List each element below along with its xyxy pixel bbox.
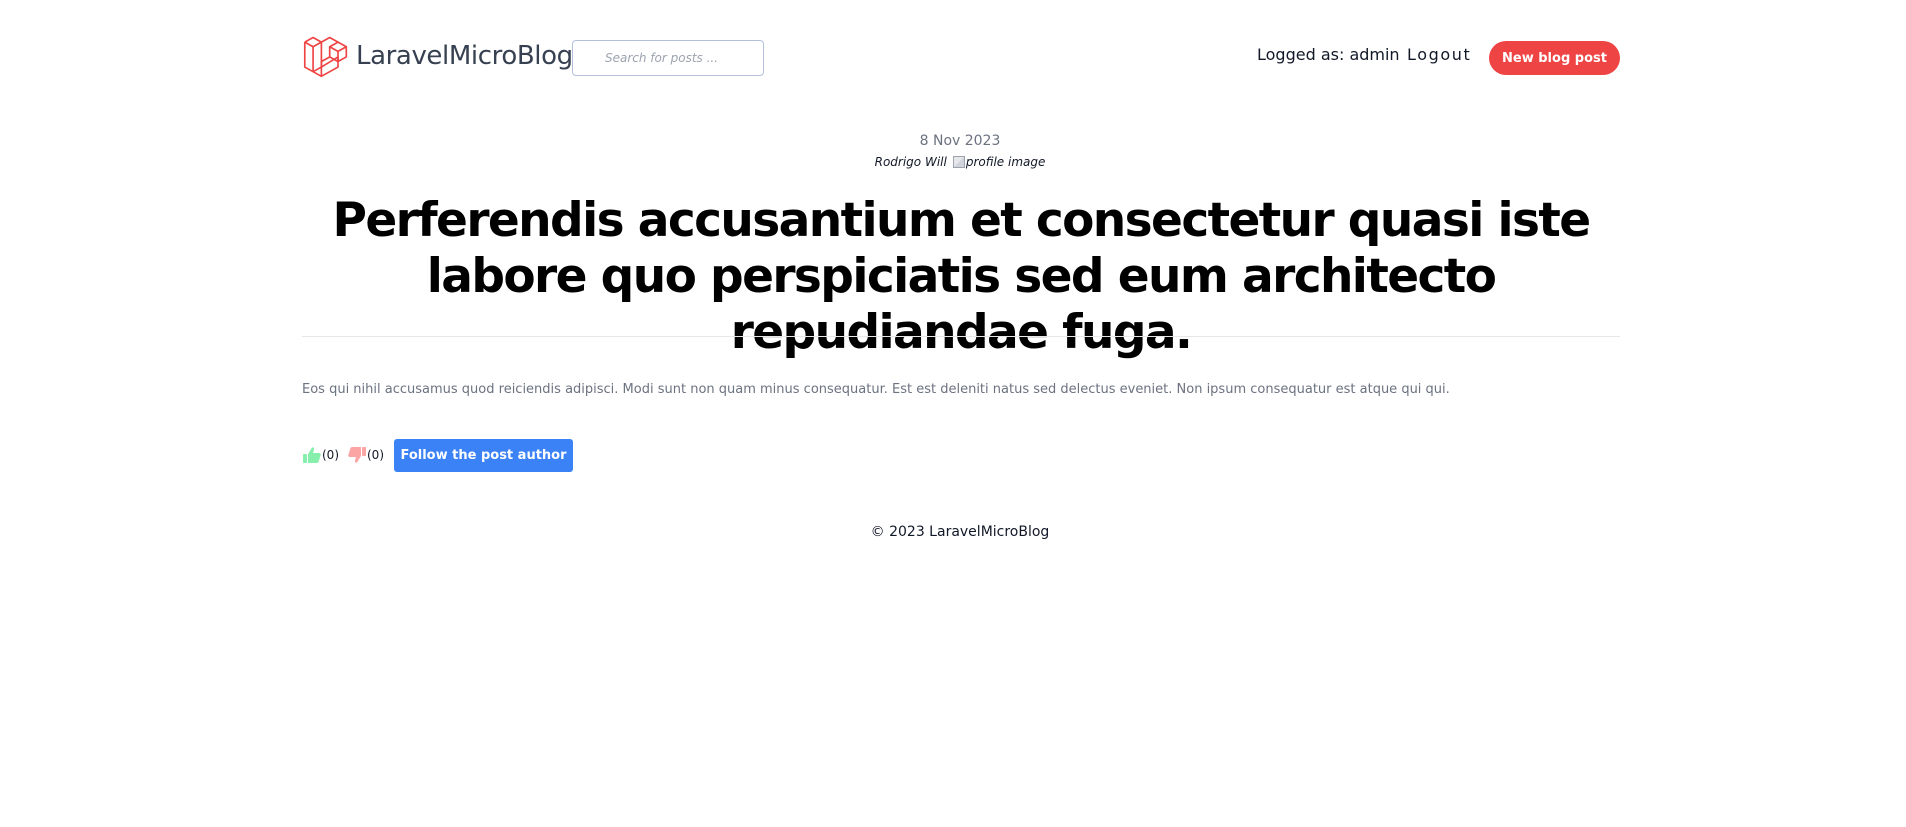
thumbs-up-icon — [303, 447, 321, 463]
avatar-alt-text: profile image — [965, 155, 1046, 169]
post-author-name: Rodrigo Will — [874, 155, 947, 169]
logged-user-label: Logged as: admin — [1257, 45, 1400, 64]
search-input[interactable] — [572, 40, 764, 76]
laravel-logo-icon — [303, 36, 348, 78]
post-author-row: Rodrigo Will profile image — [0, 155, 1906, 169]
site-header: LaravelMicroBlog Logged as: admin Logout… — [302, 32, 1620, 82]
broken-image-icon — [952, 156, 965, 168]
like-count: (0) — [322, 448, 339, 462]
post-body: Eos qui nihil accusamus quod reiciendis … — [302, 382, 1450, 397]
footer-copyright: © 2023 LaravelMicroBlog — [870, 524, 1050, 540]
post-date: 8 Nov 2023 — [919, 133, 1001, 149]
title-divider — [302, 336, 1620, 337]
thumbs-down-icon — [348, 447, 366, 463]
home-logo-link[interactable]: LaravelMicroBlog — [302, 32, 573, 80]
like-button[interactable]: (0) — [302, 446, 339, 464]
post-actions: (0) (0) Follow the post author — [302, 438, 573, 472]
new-blog-post-button[interactable]: New blog post — [1489, 41, 1620, 75]
logout-link[interactable]: Logout — [1407, 45, 1471, 64]
dislike-button[interactable]: (0) — [347, 446, 384, 464]
page: LaravelMicroBlog Logged as: admin Logout… — [0, 0, 1906, 827]
author-avatar: profile image — [952, 155, 1046, 169]
site-footer: © 2023 LaravelMicroBlog — [0, 524, 1906, 540]
follow-author-button[interactable]: Follow the post author — [394, 438, 573, 472]
dislike-count: (0) — [367, 448, 384, 462]
site-name: LaravelMicroBlog — [356, 41, 573, 71]
